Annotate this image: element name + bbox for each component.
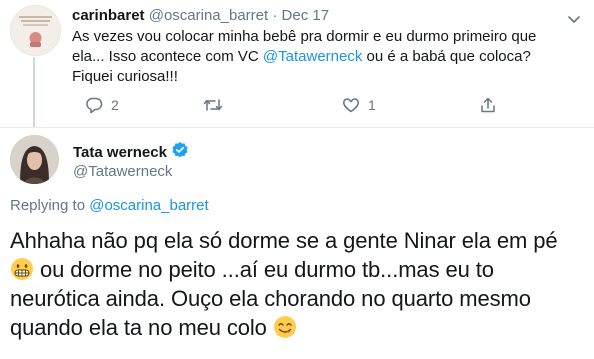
replying-to: Replying to @oscarina_barret [10,196,209,216]
verified-badge-icon [171,141,189,165]
tweet-text: Ahhaha não pq ela só dorme se a gente Ni… [10,226,585,342]
thread-line [33,57,35,127]
tweet-text: As vezes vou colocar minha bebê pra dorm… [72,27,562,87]
like-button[interactable]: 1 [342,94,376,116]
handle[interactable]: @Tatawerneck [73,162,172,182]
separator: · [272,7,278,24]
parent-tweet[interactable]: carinbaret @oscarina_barret · Dec 17 As … [0,0,594,128]
avatar[interactable] [10,135,59,184]
retweet-button[interactable] [203,94,223,116]
tweet-text-part: Ahhaha não pq ela só dorme se a gente Ni… [10,228,558,253]
display-name[interactable]: Tata werneck [73,143,167,163]
replying-prefix: Replying to [10,197,90,214]
retweet-icon [203,96,223,114]
handle[interactable]: @oscarina_barret [149,7,268,24]
display-name[interactable]: carinbaret [72,7,145,24]
reply-icon [85,96,103,114]
share-button[interactable] [479,94,497,116]
mention-link[interactable]: @Tatawerneck [263,48,362,65]
savoring-food-emoji [273,315,297,339]
reply-count: 2 [111,97,119,113]
chevron-down-icon[interactable] [566,11,582,27]
tweet-header: carinbaret @oscarina_barret · Dec 17 [72,6,329,26]
grimacing-emoji [10,257,34,281]
replying-handle-link[interactable]: @oscarina_barret [89,197,208,214]
avatar[interactable] [10,5,61,56]
timestamp[interactable]: Dec 17 [282,7,330,24]
tweet-actions: 2 1 [72,94,512,116]
like-icon [342,96,360,114]
main-tweet: Tata werneck @Tatawerneck Replying to @o… [0,128,594,359]
reply-button[interactable]: 2 [85,94,119,116]
like-count: 1 [368,97,376,113]
tweet-text-part: ou dorme no peito ...aí eu durmo tb...ma… [10,257,531,340]
share-icon [479,96,497,114]
